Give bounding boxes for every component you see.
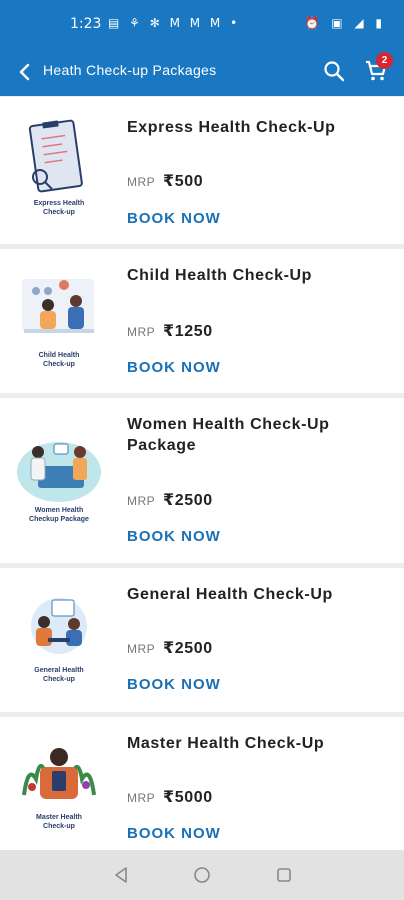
package-name: Women Health Check-Up Package (127, 416, 330, 454)
package-list: Express Health Check-up Express Health C… (0, 97, 404, 850)
package-name: Child Health Check-Up (127, 267, 313, 284)
package-price: ₹2500 (163, 640, 213, 657)
search-icon (324, 61, 345, 82)
book-now-button[interactable]: BOOK NOW (127, 359, 221, 376)
system-icons: ⏰ ▣ ◢ ▮ (304, 16, 386, 30)
app-bar: Heath Check-up Packages 2 (0, 50, 404, 96)
cart-count-badge: 2 (376, 52, 393, 69)
package-price: ₹5000 (163, 789, 213, 806)
package-name: General Health Check-Up (127, 586, 333, 603)
triangle-back-icon (115, 867, 127, 883)
package-name: Express Health Check-Up (127, 119, 336, 136)
thumb-caption-line1: Master Health (36, 814, 82, 821)
nav-back-button[interactable] (110, 864, 132, 886)
notification-icons: ▤ ⚘ ✻ M M M • (108, 16, 241, 30)
thumb-caption-line1: General Health (34, 667, 83, 674)
status-time: 1:23 (70, 16, 102, 32)
circle-home-icon (194, 867, 210, 883)
book-now-button[interactable]: BOOK NOW (127, 676, 221, 693)
mrp-label: MRP (127, 494, 156, 508)
thumb-caption-line1: Women Health (35, 507, 84, 514)
search-button[interactable] (320, 56, 348, 86)
mrp-label: MRP (127, 791, 156, 805)
chevron-left-icon (19, 63, 30, 81)
page-title: Heath Check-up Packages (43, 62, 217, 78)
thumb-caption-line1: Express Health (34, 200, 85, 207)
thumb-caption-line2: Check-up (43, 361, 75, 368)
package-thumbnail: Women Health Checkup Package (17, 442, 101, 523)
thumb-caption-line2: Checkup Package (29, 516, 89, 523)
thumb-caption-line2: Check-up (43, 209, 75, 216)
book-now-button[interactable]: BOOK NOW (127, 528, 221, 545)
package-price: ₹500 (163, 173, 204, 190)
book-now-button[interactable]: BOOK NOW (127, 825, 221, 842)
package-card: General Health Check-up General Health C… (0, 568, 404, 712)
back-button[interactable] (10, 57, 38, 87)
system-nav-bar (0, 850, 404, 900)
package-name: Master Health Check-Up (127, 735, 325, 752)
mrp-label: MRP (127, 642, 156, 656)
package-thumbnail: Master Health Check-up (22, 748, 96, 830)
package-price: ₹1250 (163, 323, 213, 340)
mrp-label: MRP (127, 325, 156, 339)
mrp-label: MRP (127, 175, 156, 189)
nav-home-button[interactable] (191, 864, 213, 886)
package-card: Express Health Check-up Express Health C… (0, 97, 404, 244)
thumb-caption-line2: Check-up (43, 823, 75, 830)
package-price: ₹2500 (163, 492, 213, 509)
package-thumbnail: Child Health Check-up (22, 279, 94, 368)
nav-recents-button[interactable] (273, 864, 295, 886)
square-recents-icon (277, 868, 291, 882)
package-card: Child Health Check-up Child Health Check… (0, 249, 404, 393)
package-card: Master Health Check-up Master Health Che… (0, 717, 404, 850)
package-thumbnail: Express Health Check-up (28, 119, 85, 216)
thumb-caption-line1: Child Health (39, 352, 80, 359)
package-card: Women Health Checkup Package Women Healt… (0, 398, 404, 563)
book-now-button[interactable]: BOOK NOW (127, 210, 221, 227)
package-thumbnail: General Health Check-up (31, 598, 87, 683)
status-bar: 1:23 ▤ ⚘ ✻ M M M • ⏰ ▣ ◢ ▮ (0, 0, 404, 50)
thumb-caption-line2: Check-up (43, 676, 75, 683)
